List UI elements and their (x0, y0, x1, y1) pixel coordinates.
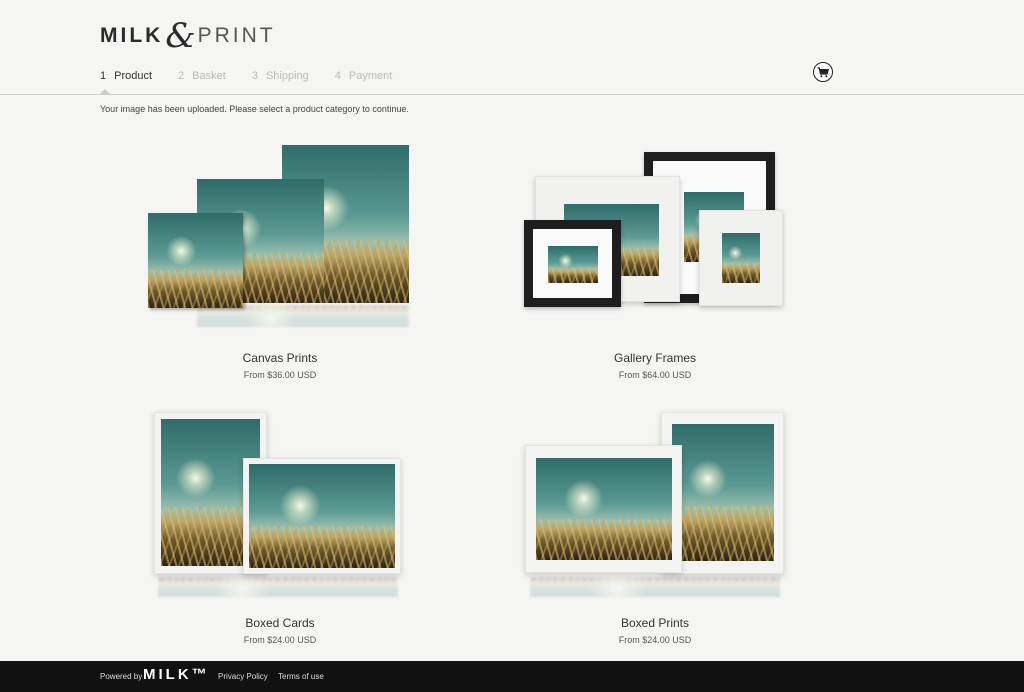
cart-icon (817, 66, 829, 77)
frame-white-small (699, 210, 783, 306)
product-price: From $24.00 USD (243, 635, 317, 645)
step-product[interactable]: 1 Product (100, 70, 153, 94)
privacy-policy-link[interactable]: Privacy Policy (218, 672, 268, 681)
product-canvas-prints[interactable]: Canvas Prints From $36.00 USD (140, 140, 420, 385)
step-label: Product (114, 70, 153, 82)
print-landscape-box (525, 445, 682, 573)
product-price: From $64.00 USD (618, 370, 692, 380)
checkout-steps: 1 Product 2 Basket 3 Shipping 4 Payment (100, 70, 418, 94)
product-boxed-cards[interactable]: Boxed Cards From $24.00 USD (140, 405, 420, 650)
frame-image (548, 246, 598, 283)
footer: Powered by MILK™ Privacy Policy Terms of… (0, 661, 1024, 692)
product-name: Boxed Prints (620, 616, 690, 630)
product-price: From $24.00 USD (618, 635, 692, 645)
powered-by-text: Powered by (100, 672, 143, 681)
step-number: 3 (251, 70, 258, 82)
logo-milk: MILK (100, 24, 164, 47)
step-label: Shipping (265, 70, 309, 82)
prints-reflection (530, 577, 780, 597)
logo-ampersand: & (165, 16, 196, 56)
canvas-reflection (197, 305, 409, 327)
cards-reflection (158, 577, 398, 597)
step-basket[interactable]: 2 Basket (178, 70, 226, 82)
upload-notice: Your image has been uploaded. Please sel… (100, 104, 409, 114)
product-boxed-prints[interactable]: Boxed Prints From $24.00 USD (515, 405, 795, 650)
header-divider (0, 94, 1024, 95)
canvas-small-image (148, 213, 243, 308)
print-image (672, 424, 774, 561)
step-label: Basket (192, 70, 226, 82)
milk-and-print-logo[interactable]: MILK & PRINT (100, 18, 276, 54)
frame-black-small (524, 220, 621, 307)
card-image (249, 464, 395, 568)
logo-print: PRINT (197, 24, 276, 47)
terms-of-use-link[interactable]: Terms of use (278, 672, 324, 681)
step-shipping[interactable]: 3 Shipping (252, 70, 309, 82)
card-landscape-box (243, 458, 401, 574)
cart-button[interactable] (813, 62, 833, 82)
product-name: Canvas Prints (242, 351, 318, 365)
milk-brand-logo[interactable]: MILK™ (143, 666, 210, 683)
product-gallery-frames[interactable]: Gallery Frames From $64.00 USD (515, 140, 795, 385)
step-number: 2 (178, 70, 185, 82)
frame-image (722, 233, 760, 283)
print-image (536, 458, 672, 560)
step-label: Payment (348, 70, 393, 82)
step-payment[interactable]: 4 Payment (335, 70, 393, 82)
product-name: Boxed Cards (245, 616, 315, 630)
step-number: 1 (100, 70, 107, 82)
product-price: From $36.00 USD (243, 370, 317, 380)
step-number: 4 (334, 70, 341, 82)
product-name: Gallery Frames (613, 351, 696, 365)
